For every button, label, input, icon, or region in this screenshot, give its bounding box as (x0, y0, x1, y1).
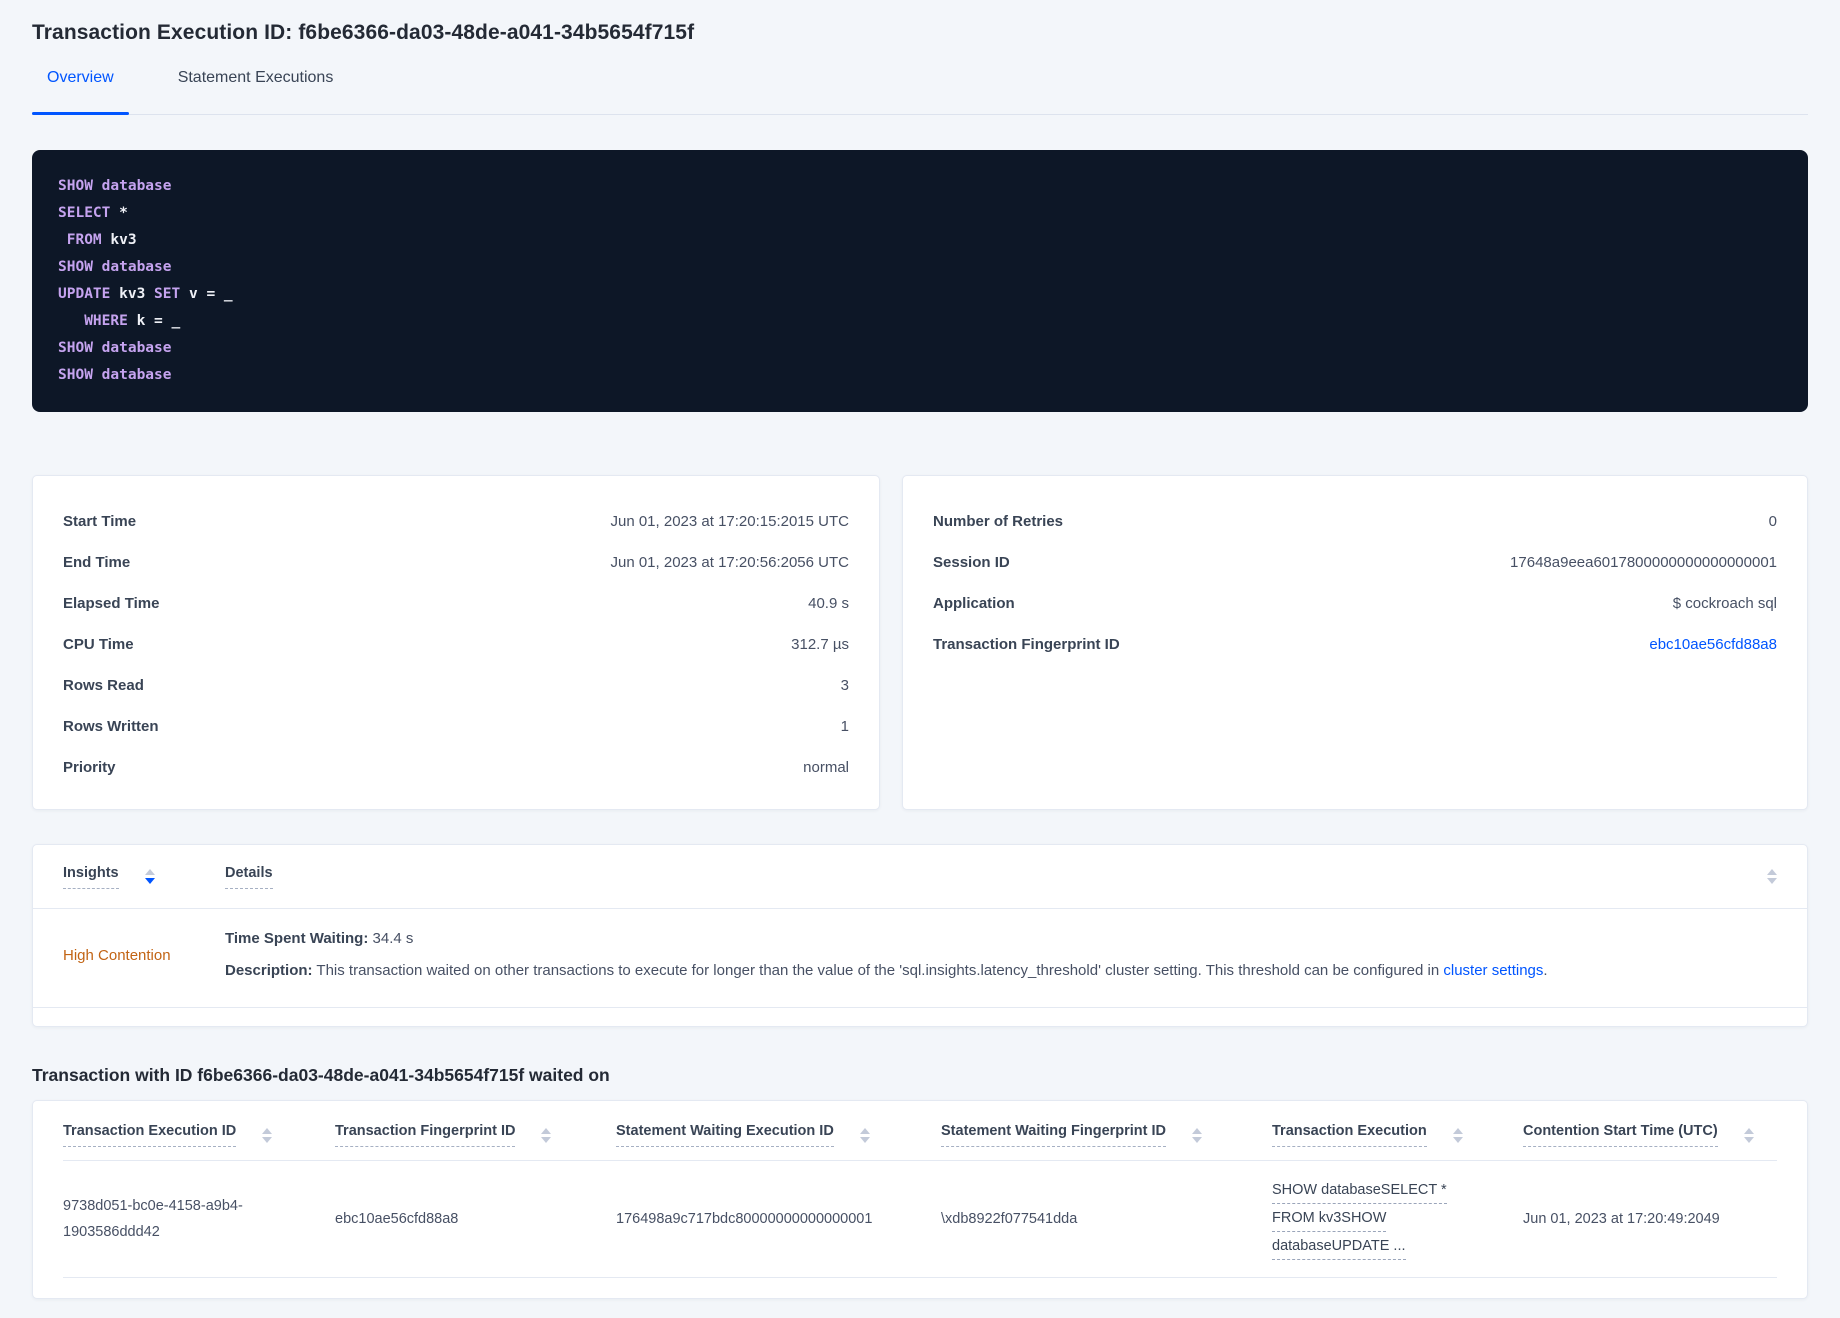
column-label[interactable]: Transaction Execution ID (63, 1123, 237, 1147)
insights-table-card: Insights Details High Contention Time Sp… (32, 844, 1808, 1027)
column-label[interactable]: Insights (63, 865, 119, 889)
cell-transaction-execution-id: 9738d051-bc0e-4158-a9b4-1903586ddd42 (63, 1198, 243, 1240)
sort-arrows-icon[interactable] (1452, 1127, 1463, 1143)
row-label: Start Time (63, 513, 137, 530)
sort-arrows-icon[interactable] (541, 1127, 552, 1143)
summary-row-cpu-time: CPU Time 312.7 µs (33, 624, 879, 665)
summary-row-end-time: End Time Jun 01, 2023 at 17:20:56:2056 U… (33, 542, 879, 583)
row-label: Priority (63, 759, 116, 776)
row-label: Application (933, 595, 1015, 612)
sort-arrows-icon[interactable] (262, 1127, 273, 1143)
tab-overview[interactable]: Overview (32, 68, 129, 115)
cluster-settings-link[interactable]: cluster settings (1443, 962, 1543, 979)
waited-on-table-card: Transaction Execution ID Transaction Fin… (32, 1100, 1808, 1299)
row-label: End Time (63, 554, 131, 571)
cell-contention-start-time: Jun 01, 2023 at 17:20:49:2049 (1523, 1211, 1720, 1227)
insights-header-sort[interactable] (1767, 869, 1777, 884)
description-text: This transaction waited on other transac… (316, 962, 1444, 979)
summary-row-session-id: Session ID 17648a9eea6017800000000000000… (903, 542, 1807, 583)
sort-arrows-icon[interactable] (144, 869, 155, 884)
column-label[interactable]: Details (225, 865, 273, 889)
transaction-details-page: Transaction Execution ID: f6be6366-da03-… (0, 0, 1840, 1299)
row-value: 17648a9eea6017800000000000000001 (1510, 554, 1777, 571)
sort-arrows-icon[interactable] (1743, 1127, 1754, 1143)
transaction-fingerprint-link[interactable]: ebc10ae56cfd88a8 (1649, 636, 1777, 653)
insights-table-header: Insights Details (33, 845, 1807, 909)
insight-waiting-line: Time Spent Waiting: 34.4 s (225, 927, 1777, 951)
column-label[interactable]: Statement Waiting Fingerprint ID (941, 1123, 1167, 1147)
summary-row-elapsed-time: Elapsed Time 40.9 s (33, 583, 879, 624)
column-header-insights[interactable]: Insights (63, 865, 225, 889)
column-label[interactable]: Statement Waiting Execution ID (616, 1123, 834, 1147)
tab-bar: Overview Statement Executions (32, 68, 1808, 115)
description-period: . (1543, 962, 1548, 979)
summary-row-transaction-fingerprint: Transaction Fingerprint ID ebc10ae56cfd8… (903, 624, 1807, 665)
cell-transaction-fingerprint-id: ebc10ae56cfd88a8 (335, 1211, 459, 1227)
column-header-statement-waiting-fingerprint-id[interactable]: Statement Waiting Fingerprint ID (941, 1123, 1272, 1160)
row-value: 3 (840, 677, 849, 694)
insight-details: Time Spent Waiting: 34.4 s Description: … (225, 927, 1777, 983)
summary-cards-row: Start Time Jun 01, 2023 at 17:20:15:2015… (32, 475, 1808, 810)
summary-row-rows-written: Rows Written 1 (33, 706, 879, 747)
column-label[interactable]: Transaction Fingerprint ID (335, 1123, 516, 1147)
sql-statements-box: SHOW database SELECT * FROM kv3 SHOW datab… (32, 150, 1808, 412)
row-label: Session ID (933, 554, 1010, 571)
row-label: Elapsed Time (63, 595, 160, 612)
tab-statement-executions[interactable]: Statement Executions (163, 68, 349, 114)
cell-statement-waiting-execution-id: 176498a9c717bdc80000000000000001 (616, 1211, 873, 1227)
row-label: Rows Written (63, 718, 159, 735)
summary-row-start-time: Start Time Jun 01, 2023 at 17:20:15:2015… (33, 501, 879, 542)
row-label: Rows Read (63, 677, 144, 694)
column-label[interactable]: Contention Start Time (UTC) (1523, 1123, 1718, 1147)
insight-name: High Contention (63, 946, 171, 964)
row-label: Transaction Fingerprint ID (933, 636, 1120, 653)
summary-row-rows-read: Rows Read 3 (33, 665, 879, 706)
row-value: 312.7 µs (791, 636, 849, 653)
sort-arrows-icon[interactable] (859, 1127, 870, 1143)
insight-row: High Contention Time Spent Waiting: 34.4… (33, 909, 1807, 1008)
column-header-transaction-execution-id[interactable]: Transaction Execution ID (63, 1123, 335, 1160)
sort-arrows-icon[interactable] (1192, 1127, 1203, 1143)
row-value: 40.9 s (808, 595, 849, 612)
row-value: Jun 01, 2023 at 17:20:15:2015 UTC (610, 513, 849, 530)
column-label[interactable]: Transaction Execution (1272, 1123, 1427, 1147)
waited-table-row: 9738d051-bc0e-4158-a9b4-1903586ddd42 ebc… (63, 1161, 1777, 1278)
row-label: CPU Time (63, 636, 134, 653)
page-title: Transaction Execution ID: f6be6366-da03-… (32, 21, 695, 44)
column-header-details[interactable]: Details (225, 865, 1731, 889)
transaction-execution-line[interactable]: databaseUPDATE ... (1272, 1233, 1406, 1260)
row-label: Number of Retries (933, 513, 1064, 530)
sort-arrows-icon[interactable] (1767, 869, 1777, 884)
waited-table-header: Transaction Execution ID Transaction Fin… (63, 1123, 1777, 1161)
row-value: Jun 01, 2023 at 17:20:56:2056 UTC (610, 554, 849, 571)
row-value: 0 (1768, 513, 1777, 530)
row-value: 1 (840, 718, 849, 735)
row-value: $ cockroach sql (1672, 595, 1777, 612)
cell-statement-waiting-fingerprint-id: \xdb8922f077541dda (941, 1211, 1078, 1227)
waiting-label: Time Spent Waiting: (225, 930, 369, 947)
summary-row-priority: Priority normal (33, 747, 879, 788)
column-header-statement-waiting-execution-id[interactable]: Statement Waiting Execution ID (616, 1123, 941, 1160)
column-header-transaction-execution[interactable]: Transaction Execution (1272, 1123, 1523, 1160)
column-header-contention-start-time[interactable]: Contention Start Time (UTC) (1523, 1123, 1777, 1160)
row-value: normal (803, 759, 849, 776)
session-summary-card: Number of Retries 0 Session ID 17648a9ee… (902, 475, 1808, 810)
summary-row-application: Application $ cockroach sql (903, 583, 1807, 624)
transaction-execution-line[interactable]: FROM kv3SHOW (1272, 1205, 1387, 1232)
description-label: Description: (225, 962, 313, 979)
execution-summary-card: Start Time Jun 01, 2023 at 17:20:15:2015… (32, 475, 880, 810)
insight-description-line: Description: This transaction waited on … (225, 959, 1777, 983)
transaction-execution-line[interactable]: SHOW databaseSELECT * (1272, 1177, 1447, 1204)
waiting-value: 34.4 s (372, 930, 414, 947)
summary-row-retries: Number of Retries 0 (903, 501, 1807, 542)
cell-transaction-execution-link[interactable]: SHOW databaseSELECT * FROM kv3SHOW datab… (1272, 1177, 1523, 1261)
column-header-transaction-fingerprint-id[interactable]: Transaction Fingerprint ID (335, 1123, 616, 1160)
waited-on-section-title: Transaction with ID f6be6366-da03-48de-a… (32, 1065, 610, 1085)
